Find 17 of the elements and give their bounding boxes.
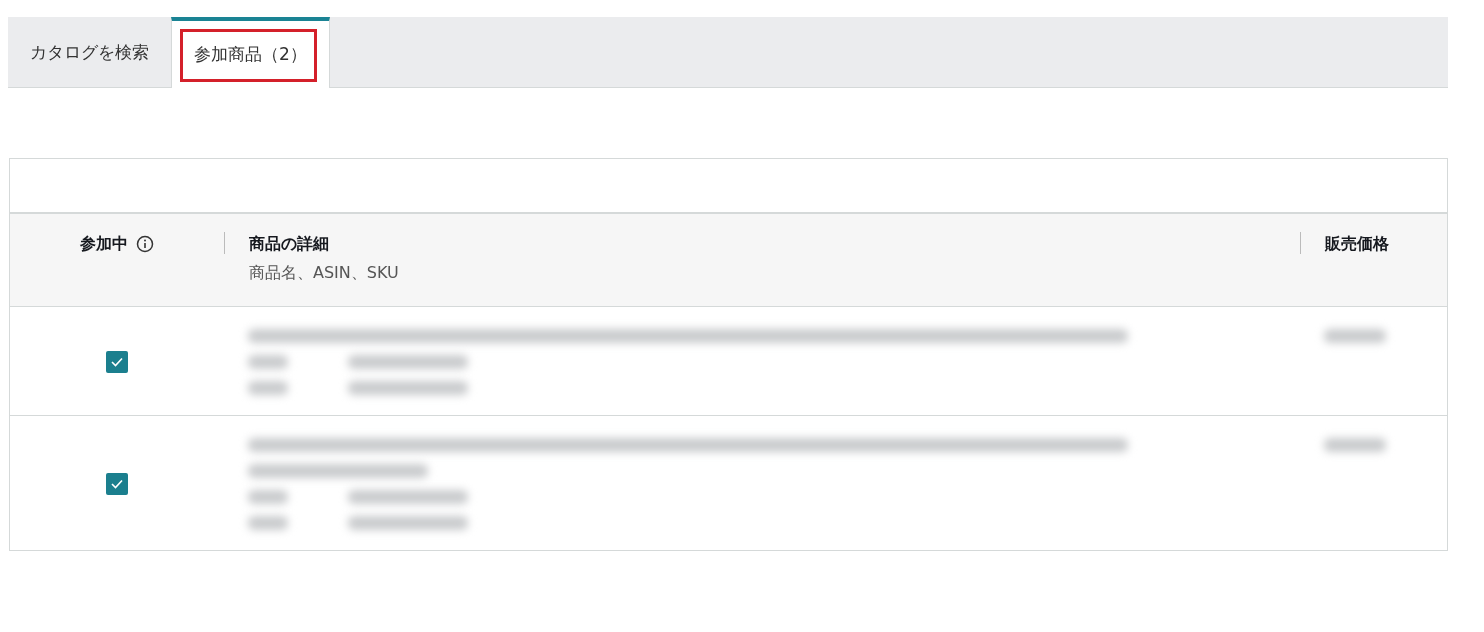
info-icon[interactable]	[136, 235, 154, 253]
checkbox[interactable]	[106, 351, 128, 373]
column-header: 販売価格	[1325, 234, 1389, 255]
redacted-text	[248, 490, 288, 504]
column-header: 商品の詳細	[249, 234, 330, 255]
redacted-text	[248, 381, 288, 395]
column-header: 参加中	[80, 234, 128, 255]
redacted-text	[1324, 438, 1386, 452]
checkbox[interactable]	[106, 473, 128, 495]
check-icon	[110, 477, 124, 491]
check-icon	[110, 355, 124, 369]
tab[interactable]: カタログを検索	[8, 17, 171, 87]
redacted-text	[248, 516, 288, 530]
column-subheader: 商品名、ASIN、SKU	[249, 263, 399, 284]
tab[interactable]: 参加商品（2）	[171, 17, 330, 88]
redacted-text	[248, 355, 288, 369]
redacted-text	[1324, 329, 1386, 343]
